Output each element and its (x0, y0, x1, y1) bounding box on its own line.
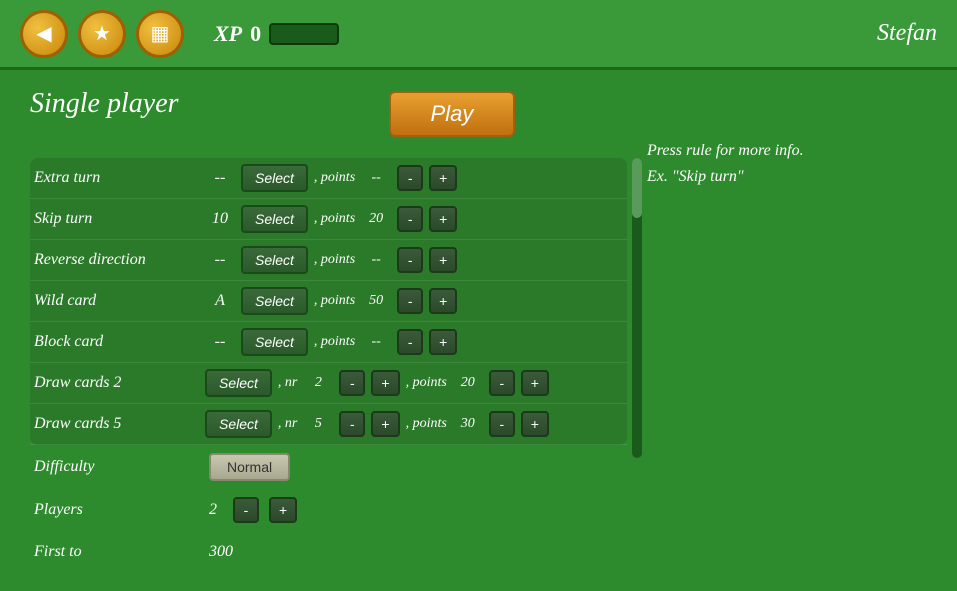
info-text: Press rule for more info. Ex. "Skip turn… (647, 138, 927, 189)
plus-button-extra-turn[interactable]: + (429, 165, 457, 191)
minus-button-draw-cards-5[interactable]: - (489, 411, 515, 437)
rule-name-reverse-direction: Reverse direction (34, 251, 199, 269)
rule-value-extra-turn: -- (205, 169, 235, 187)
points-value-skip-turn: 20 (361, 211, 391, 227)
nr-value-draw-cards-2: 2 (303, 375, 333, 391)
plus-button-reverse-direction[interactable]: + (429, 247, 457, 273)
table-row: Reverse direction -- Select , points -- … (30, 240, 627, 281)
table-row: Skip turn 10 Select , points 20 - + (30, 199, 627, 240)
players-row: Players 2 - + (30, 489, 627, 531)
scrollbar-thumb[interactable] (632, 158, 642, 218)
points-value-draw-cards-5: 30 (453, 416, 483, 432)
points-value-draw-cards-2: 20 (453, 375, 483, 391)
rule-name-draw-cards-2: Draw cards 2 (34, 374, 199, 392)
table-row: Draw cards 2 Select , nr 2 - + , points … (30, 363, 627, 404)
plus-button-draw-cards-5[interactable]: + (521, 411, 549, 437)
right-panel: Press rule for more info. Ex. "Skip turn… (647, 88, 927, 573)
points-label: , points (314, 170, 355, 186)
points-value-wild-card: 50 (361, 293, 391, 309)
first-to-value: 300 (209, 543, 233, 561)
achievements-icon[interactable]: ★ (78, 10, 126, 58)
back-icon[interactable]: ◀ (20, 10, 68, 58)
table-row: Block card -- Select , points -- - + (30, 322, 627, 363)
rules-container: Extra turn -- Select , points -- - + Ski… (30, 158, 627, 445)
players-value: 2 (209, 501, 217, 519)
stats-icon[interactable]: ▦ (136, 10, 184, 58)
rule-value-wild-card: A (205, 292, 235, 310)
plus-button-nr-draw-cards-2[interactable]: + (371, 370, 399, 396)
xp-bar (269, 23, 339, 45)
points-label: , points (314, 211, 355, 227)
rule-name-wild-card: Wild card (34, 292, 199, 310)
points-label: , points (314, 252, 355, 268)
points-label: , points (406, 375, 447, 391)
page-title: Single player (30, 88, 179, 120)
minus-button-wild-card[interactable]: - (397, 288, 423, 314)
minus-button-nr-draw-cards-2[interactable]: - (339, 370, 365, 396)
select-button-wild-card[interactable]: Select (241, 287, 308, 315)
select-button-extra-turn[interactable]: Select (241, 164, 308, 192)
difficulty-row: Difficulty Normal (30, 445, 627, 489)
select-button-skip-turn[interactable]: Select (241, 205, 308, 233)
minus-button-reverse-direction[interactable]: - (397, 247, 423, 273)
rule-name-skip-turn: Skip turn (34, 210, 199, 228)
select-button-reverse-direction[interactable]: Select (241, 246, 308, 274)
players-label: Players (34, 501, 199, 519)
plus-button-skip-turn[interactable]: + (429, 206, 457, 232)
minus-button-skip-turn[interactable]: - (397, 206, 423, 232)
play-button[interactable]: Play (389, 91, 516, 137)
plus-button-nr-draw-cards-5[interactable]: + (371, 411, 399, 437)
points-label: , points (314, 334, 355, 350)
points-value-extra-turn: -- (361, 170, 391, 186)
plus-button-players[interactable]: + (269, 497, 297, 523)
minus-button-draw-cards-2[interactable]: - (489, 370, 515, 396)
minus-button-nr-draw-cards-5[interactable]: - (339, 411, 365, 437)
difficulty-button[interactable]: Normal (209, 453, 290, 481)
points-label: , points (406, 416, 447, 432)
username: Stefan (877, 20, 937, 47)
points-label: , points (314, 293, 355, 309)
rule-name-extra-turn: Extra turn (34, 169, 199, 187)
top-icons: ◀ ★ ▦ (20, 10, 184, 58)
rule-name-block-card: Block card (34, 333, 199, 351)
rule-value-block-card: -- (205, 333, 235, 351)
scrollbar[interactable] (632, 158, 642, 458)
select-button-draw-cards-5[interactable]: Select (205, 410, 272, 438)
points-value-reverse-direction: -- (361, 252, 391, 268)
table-row: Draw cards 5 Select , nr 5 - + , points … (30, 404, 627, 445)
first-to-label: First to (34, 543, 199, 561)
table-row: Wild card A Select , points 50 - + (30, 281, 627, 322)
minus-button-block-card[interactable]: - (397, 329, 423, 355)
minus-button-players[interactable]: - (233, 497, 259, 523)
top-bar: ◀ ★ ▦ XP 0 Stefan (0, 0, 957, 70)
table-row: Extra turn -- Select , points -- - + (30, 158, 627, 199)
plus-button-block-card[interactable]: + (429, 329, 457, 355)
nr-label: , nr (278, 375, 297, 391)
minus-button-extra-turn[interactable]: - (397, 165, 423, 191)
points-value-block-card: -- (361, 334, 391, 350)
select-button-block-card[interactable]: Select (241, 328, 308, 356)
nr-value-draw-cards-5: 5 (303, 416, 333, 432)
rule-value-reverse-direction: -- (205, 251, 235, 269)
rule-value-skip-turn: 10 (205, 210, 235, 228)
xp-section: XP 0 (214, 21, 339, 47)
difficulty-label: Difficulty (34, 458, 199, 476)
nr-label: , nr (278, 416, 297, 432)
plus-button-wild-card[interactable]: + (429, 288, 457, 314)
first-to-row: First to 300 - + (30, 531, 627, 573)
left-panel: Single player Play Extra turn -- Select … (30, 88, 627, 573)
rule-name-draw-cards-5: Draw cards 5 (34, 415, 199, 433)
xp-label: XP (214, 21, 242, 47)
select-button-draw-cards-2[interactable]: Select (205, 369, 272, 397)
plus-button-draw-cards-2[interactable]: + (521, 370, 549, 396)
xp-value: 0 (250, 21, 261, 47)
